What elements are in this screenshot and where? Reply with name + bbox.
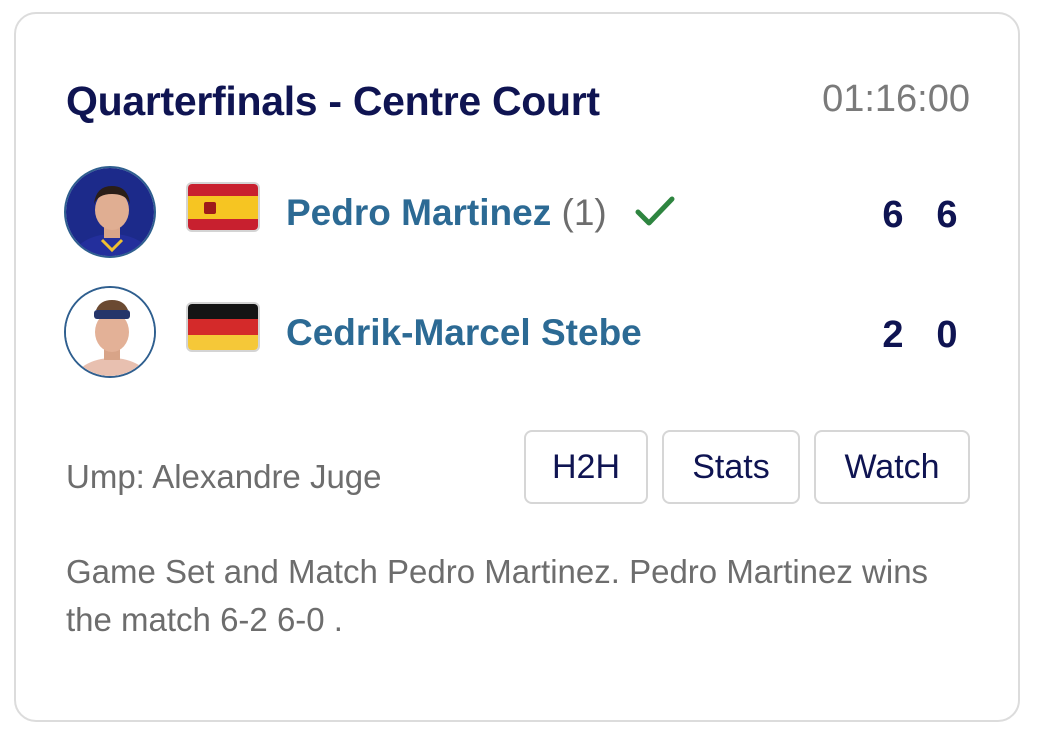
player-scores-2: 2 0 (866, 314, 974, 357)
watch-button[interactable]: Watch (814, 430, 970, 504)
stats-button[interactable]: Stats (662, 430, 800, 504)
match-duration: 01:16:00 (822, 78, 970, 120)
match-summary: Game Set and Match Pedro Martinez. Pedro… (66, 553, 929, 638)
set-score: 0 (936, 314, 958, 356)
player-seed-1: (1) (561, 192, 607, 233)
spain-flag-icon (186, 182, 260, 232)
player-photo-1 (66, 168, 154, 256)
player-row-1: Pedro Martinez (1) 6 6 (64, 166, 974, 262)
match-actions: H2H Stats Watch (524, 430, 970, 504)
player-scores-1: 6 6 (866, 194, 974, 237)
germany-flag-icon (186, 302, 260, 352)
player-name-1[interactable]: Pedro Martinez (1) (286, 192, 607, 234)
set-score: 6 (936, 194, 958, 236)
check-icon (635, 196, 675, 226)
set-score: 6 (882, 194, 904, 236)
match-title: Quarterfinals - Centre Court (66, 78, 600, 124)
player-photo-2 (66, 288, 154, 376)
player-row-2: Cedrik-Marcel Stebe 2 0 (64, 286, 974, 382)
player-avatar-1[interactable] (64, 166, 156, 258)
match-card: Quarterfinals - Centre Court 01:16:00 Pe… (14, 12, 1020, 722)
umpire-label: Ump: Alexandre Juge (66, 458, 382, 495)
player-name-text-1: Pedro Martinez (286, 192, 552, 233)
player-avatar-2[interactable] (64, 286, 156, 378)
player-name-2[interactable]: Cedrik-Marcel Stebe (286, 312, 642, 354)
h2h-button[interactable]: H2H (524, 430, 648, 504)
set-score: 2 (882, 314, 904, 356)
